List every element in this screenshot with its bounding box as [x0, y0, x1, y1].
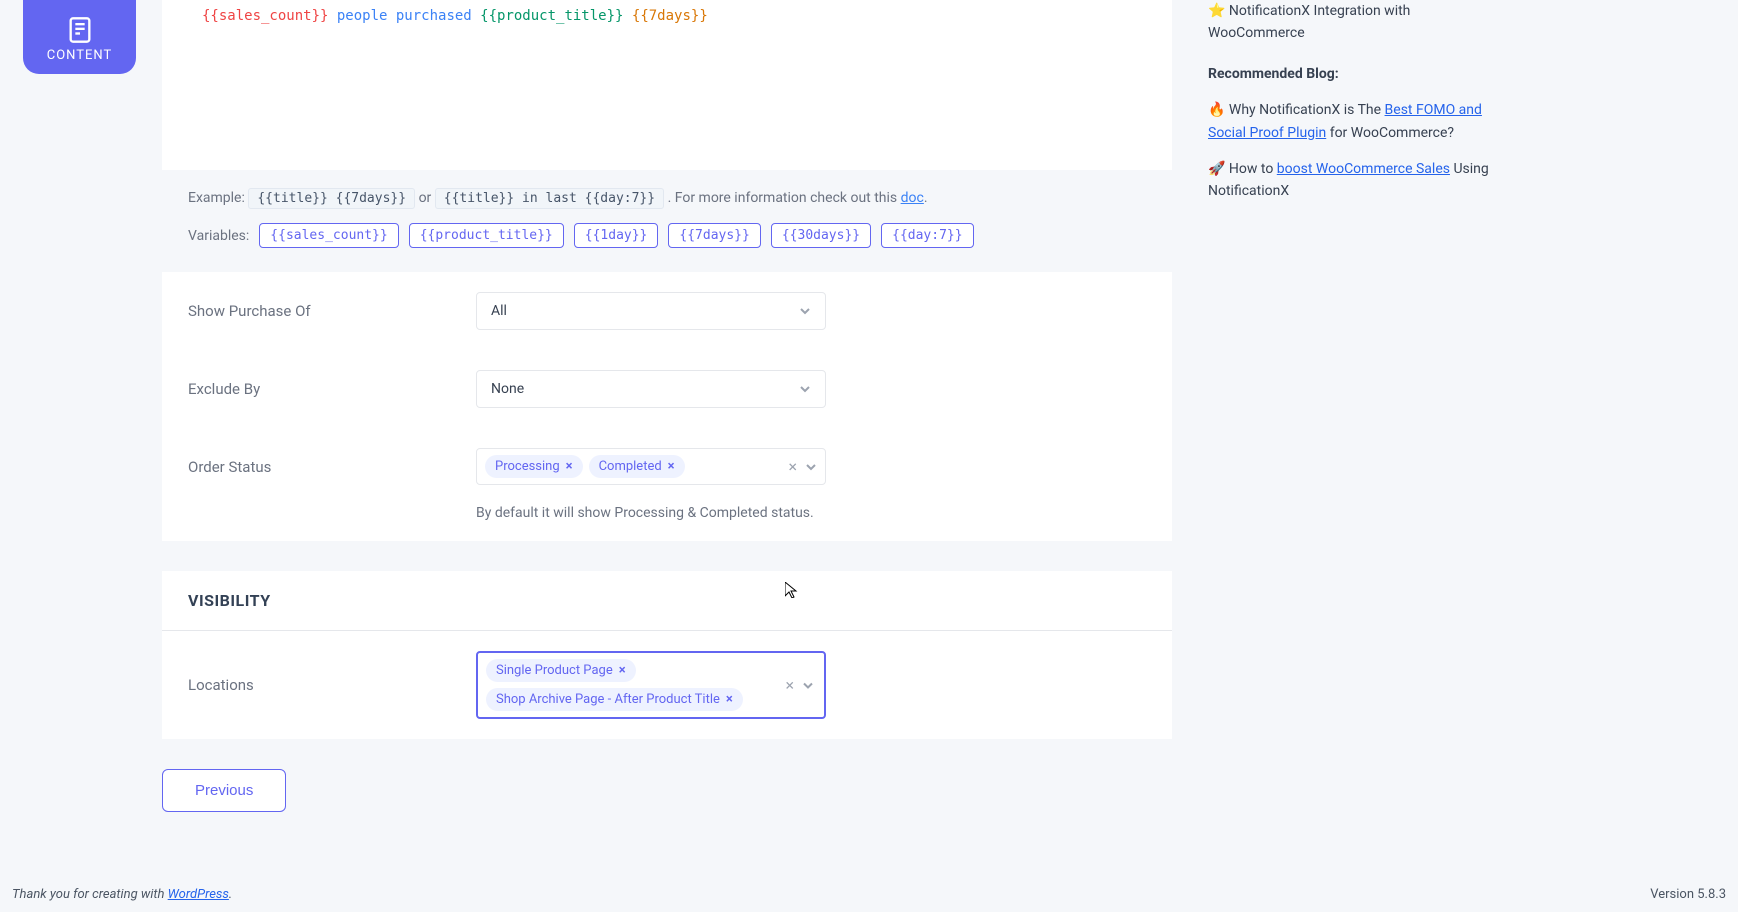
sidebar-blog-1: 🔥 Why NotificationX is The Best FOMO and…: [1208, 99, 1498, 144]
show-purchase-label: Show Purchase Of: [188, 302, 476, 320]
variable-chip[interactable]: {{7days}}: [668, 223, 760, 248]
template-token-days: {{7days}}: [632, 8, 708, 24]
variables-label: Variables:: [188, 228, 249, 244]
example-code-2: {{title}} in last {{day:7}}: [435, 188, 664, 209]
sidebar-blog-2: 🚀 How to boost WooCommerce Sales Using N…: [1208, 158, 1498, 203]
example-text: Example: {{title}} {{7days}} or {{title}…: [188, 186, 1132, 211]
footer-credits: Thank you for creating with WordPress.: [12, 887, 232, 902]
exclude-by-select[interactable]: None: [476, 370, 826, 408]
order-status-help: By default it will show Processing & Com…: [162, 505, 1172, 541]
previous-button[interactable]: Previous: [162, 769, 286, 812]
template-token-product: {{product_title}}: [480, 8, 623, 24]
tag-remove-icon[interactable]: ×: [726, 692, 733, 707]
order-status-select[interactable]: Processing × Completed × ×: [476, 448, 826, 485]
locations-label: Locations: [188, 676, 476, 694]
variable-chip[interactable]: {{1day}}: [574, 223, 659, 248]
sidebar: ⭐ NotificationX Integration with WooComm…: [1208, 0, 1498, 217]
variable-chip[interactable]: {{30days}}: [771, 223, 871, 248]
content-tab[interactable]: CONTENT: [23, 0, 136, 74]
variable-chip[interactable]: {{day:7}}: [881, 223, 973, 248]
chevron-down-icon: [799, 383, 811, 395]
clear-all-icon[interactable]: ×: [785, 676, 794, 695]
show-purchase-value: All: [491, 303, 507, 319]
clear-all-icon[interactable]: ×: [788, 457, 797, 476]
locations-select[interactable]: Single Product Page × Shop Archive Page …: [476, 651, 826, 719]
chevron-down-icon: [805, 461, 817, 473]
sidebar-doc-link[interactable]: ⭐ NotificationX Integration with WooComm…: [1208, 0, 1498, 45]
document-icon: [66, 16, 94, 44]
version-text: Version 5.8.3: [1650, 887, 1726, 902]
visibility-heading: VISIBILITY: [188, 591, 1146, 610]
tag-remove-icon[interactable]: ×: [566, 459, 573, 474]
order-status-tag: Processing ×: [485, 455, 583, 478]
tag-remove-icon[interactable]: ×: [619, 663, 626, 678]
content-tab-label: CONTENT: [47, 48, 113, 63]
chevron-down-icon: [802, 679, 814, 691]
location-tag: Shop Archive Page - After Product Title …: [486, 688, 743, 711]
variable-chip[interactable]: {{product_title}}: [409, 223, 564, 248]
order-status-tag: Completed ×: [589, 455, 685, 478]
sidebar-heading: Recommended Blog:: [1208, 63, 1498, 85]
variable-chip[interactable]: {{sales_count}}: [259, 223, 398, 248]
example-code-1: {{title}} {{7days}}: [248, 188, 415, 209]
template-token-sales: {{sales_count}}: [202, 8, 328, 24]
exclude-by-label: Exclude By: [188, 380, 476, 398]
sidebar-blog-link-2[interactable]: boost WooCommerce Sales: [1277, 161, 1450, 177]
order-status-label: Order Status: [188, 458, 476, 476]
tag-remove-icon[interactable]: ×: [668, 459, 675, 474]
template-editor[interactable]: {{sales_count}} people purchased {{produ…: [162, 0, 1172, 170]
location-tag: Single Product Page ×: [486, 659, 636, 682]
template-token-text: people purchased: [328, 8, 480, 24]
doc-link[interactable]: doc: [901, 190, 924, 206]
show-purchase-select[interactable]: All: [476, 292, 826, 330]
wordpress-link[interactable]: WordPress: [168, 887, 229, 902]
chevron-down-icon: [799, 305, 811, 317]
exclude-by-value: None: [491, 381, 524, 397]
